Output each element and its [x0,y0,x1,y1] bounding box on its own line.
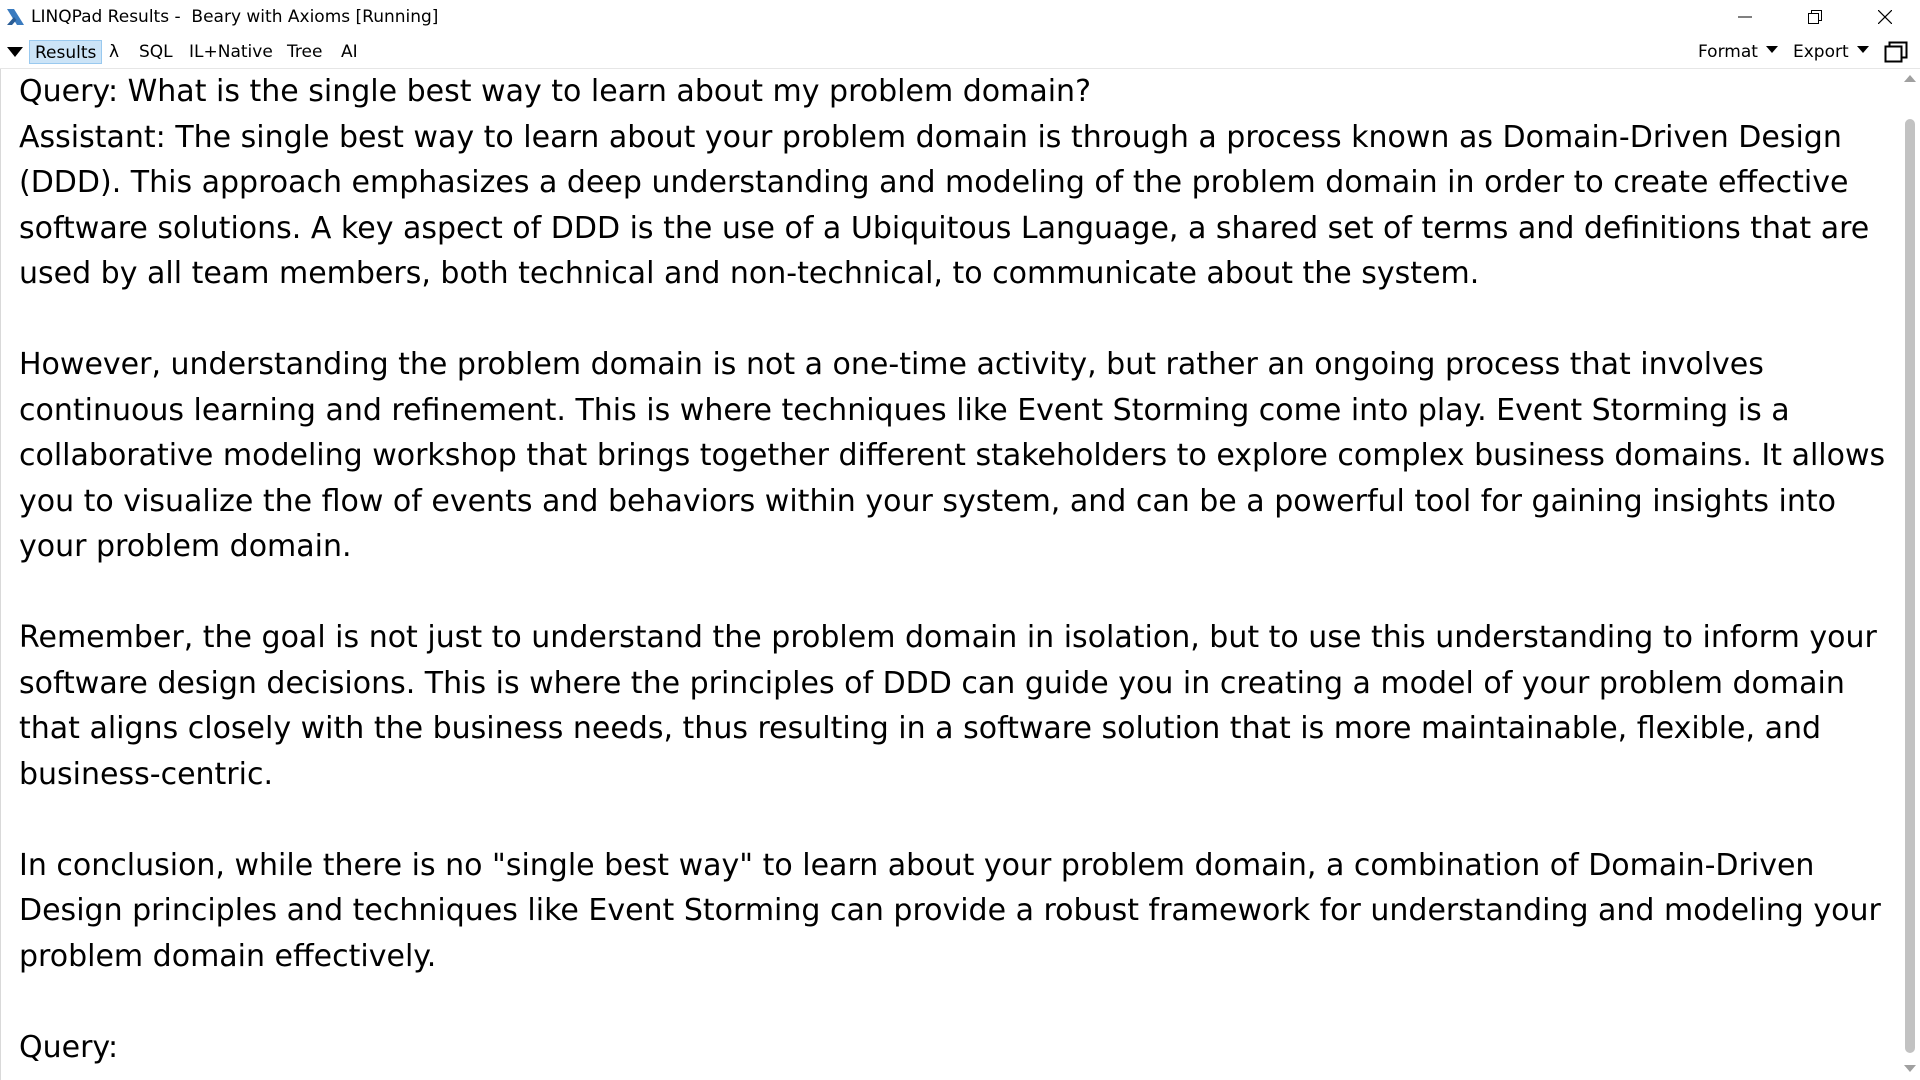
results-pane[interactable]: Query: What is the single best way to le… [0,69,1900,1080]
popout-button[interactable] [1884,41,1908,63]
restore-button[interactable] [1780,0,1850,34]
tab-ai[interactable]: AI [337,40,362,64]
linqpad-app-icon [4,6,26,28]
chevron-down-icon [1856,46,1869,53]
minimize-icon [1738,16,1752,18]
tab-lambda[interactable]: λ [105,40,123,64]
format-menu-button[interactable]: Format [1698,40,1778,64]
title-bar[interactable]: LINQPad Results - Beary with Axioms [Run… [0,0,1920,34]
restore-icon [1808,10,1822,24]
export-menu-button[interactable]: Export [1793,40,1869,64]
tab-results[interactable]: Results [29,40,103,64]
linqpad-results-window: LINQPad Results - Beary with Axioms [Run… [0,0,1920,1080]
tab-tree[interactable]: Tree [283,40,326,64]
minimize-button[interactable] [1710,0,1780,34]
popout-icon [1884,41,1908,63]
results-output-text: Query: What is the single best way to le… [19,74,1886,1065]
vertical-scrollbar[interactable] [1900,69,1920,1080]
format-label: Format [1698,42,1758,62]
tab-il-native[interactable]: IL+Native [185,40,277,64]
scroll-down-icon[interactable] [1904,1065,1916,1072]
close-icon [1878,10,1892,24]
tab-sql[interactable]: SQL [135,40,177,64]
scroll-thumb[interactable] [1905,119,1915,1053]
window-title: LINQPad Results - Beary with Axioms [Run… [31,7,439,27]
export-label: Export [1793,42,1849,62]
scroll-up-icon[interactable] [1904,75,1916,82]
results-toolbar: Results λ SQL IL+Native Tree AI Format E… [0,34,1920,69]
close-button[interactable] [1850,0,1920,34]
chevron-down-icon [1765,46,1778,53]
dropdown-arrow-icon[interactable] [7,47,23,57]
